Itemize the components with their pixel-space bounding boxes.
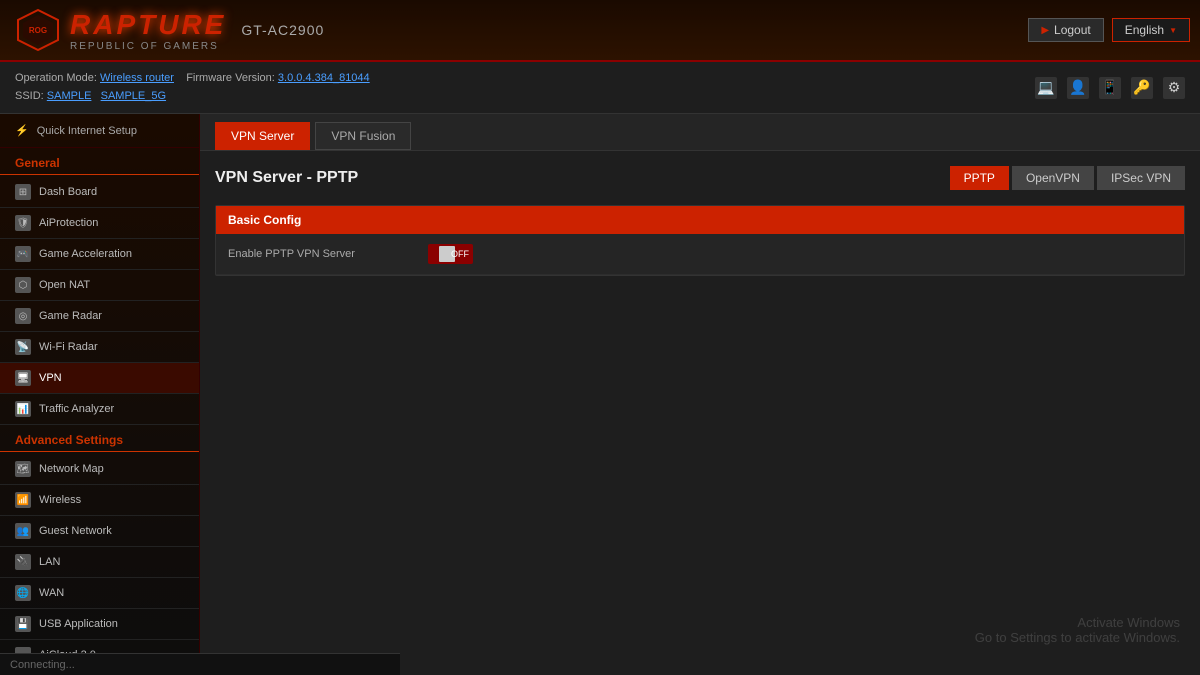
content-area: VPN Server VPN Fusion VPN Server - PPTP … [200,114,1200,675]
ssid-label: SSID: [15,90,44,102]
sidebar-item-label: LAN [39,556,60,568]
sidebar-item-label: Open NAT [39,279,90,291]
sidebar-item-label: Wireless [39,494,81,506]
tab-openvpn[interactable]: OpenVPN [1012,166,1094,190]
sidebar-item-vpn[interactable]: 🖥 VPN [0,363,199,394]
bottom-status-bar: Connecting... [0,653,400,675]
main-layout: ⚡ Quick Internet Setup General ⊞ Dash Bo… [0,114,1200,675]
firmware-value[interactable]: 3.0.0.4.384_81044 [278,72,370,84]
status-icons: 💻 👤 📱 🔑 ⚙ [1035,77,1185,99]
config-section-header: Basic Config [216,206,1184,234]
sidebar-item-label: VPN [39,372,62,384]
quick-internet-icon: ⚡ [15,124,29,137]
sidebar-item-usb-application[interactable]: 💾 USB Application [0,609,199,640]
brand-name: RAPTURE REPUBLIC OF GAMERS [70,9,226,52]
lan-icon: 🔌 [15,554,31,570]
sidebar-item-game-acceleration[interactable]: 🎮 Game Acceleration [0,239,199,270]
open-nat-icon: ⬡ [15,277,31,293]
sidebar-item-traffic-analyzer[interactable]: 📊 Traffic Analyzer [0,394,199,425]
toggle-off-label: OFF [451,249,469,259]
basic-config-section: Basic Config Enable PPTP VPN Server OFF [215,205,1185,276]
ssid-5g-value[interactable]: SAMPLE_5G [101,90,166,102]
sidebar-item-label: WAN [39,587,64,599]
sidebar-item-label: Traffic Analyzer [39,403,114,415]
sidebar-item-open-nat[interactable]: ⬡ Open NAT [0,270,199,301]
model-name: GT-AC2900 [241,22,324,38]
wifi-radar-icon: 📡 [15,339,31,355]
status-bar: Operation Mode: Wireless router Firmware… [0,62,1200,114]
sidebar-item-network-map[interactable]: 🗺 Network Map [0,454,199,485]
sidebar-item-label: Dash Board [39,186,97,198]
sidebar-item-aiprotection[interactable]: 🛡 AiProtection [0,208,199,239]
sidebar-item-lan[interactable]: 🔌 LAN [0,547,199,578]
sidebar-item-label: AiProtection [39,217,98,229]
bottom-status-text: Connecting... [10,659,75,671]
sidebar-item-wan[interactable]: 🌐 WAN [0,578,199,609]
sidebar-item-game-radar[interactable]: ◎ Game Radar [0,301,199,332]
user-status-icon[interactable]: 👤 [1067,77,1089,99]
logo-area: ROG RAPTURE REPUBLIC OF GAMERS GT-AC2900 [10,3,324,58]
dashboard-icon: ⊞ [15,184,31,200]
wan-icon: 🌐 [15,585,31,601]
tab-vpn-fusion[interactable]: VPN Fusion [315,122,411,150]
rog-emblem: ROG [10,3,65,58]
usb-icon: 💾 [15,616,31,632]
sidebar-item-label: Guest Network [39,525,112,537]
page-title-bar: VPN Server - PPTP PPTP OpenVPN IPSec VPN [215,166,1185,190]
game-acceleration-icon: 🎮 [15,246,31,262]
tab-pptp[interactable]: PPTP [950,166,1009,190]
game-radar-icon: ◎ [15,308,31,324]
ssid-value[interactable]: SAMPLE [47,90,92,102]
language-button[interactable]: English [1112,18,1190,42]
wireless-icon: 📶 [15,492,31,508]
pptp-enable-label: Enable PPTP VPN Server [228,248,428,260]
pptp-enable-toggle[interactable]: OFF [428,244,473,264]
sidebar-item-dashboard[interactable]: ⊞ Dash Board [0,177,199,208]
sidebar-item-label: Game Radar [39,310,102,322]
content-body: VPN Server - PPTP PPTP OpenVPN IPSec VPN… [200,151,1200,291]
key-status-icon[interactable]: 🔑 [1131,77,1153,99]
protocol-tabs: PPTP OpenVPN IPSec VPN [950,166,1185,190]
sidebar: ⚡ Quick Internet Setup General ⊞ Dash Bo… [0,114,200,675]
header: ROG RAPTURE REPUBLIC OF GAMERS GT-AC2900… [0,0,1200,62]
settings-status-icon[interactable]: ⚙ [1163,77,1185,99]
general-section-header: General [0,148,199,175]
vpn-icon: 🖥 [15,370,31,386]
pptp-enable-row: Enable PPTP VPN Server OFF [216,234,1184,275]
header-controls: Logout English [1028,18,1190,42]
device-status-icon[interactable]: 📱 [1099,77,1121,99]
advanced-section-header: Advanced Settings [0,425,199,452]
guest-network-icon: 👥 [15,523,31,539]
network-status-icon[interactable]: 💻 [1035,77,1057,99]
vpn-top-tabs: VPN Server VPN Fusion [200,114,1200,151]
quick-internet-label: Quick Internet Setup [37,125,137,137]
firmware-label: Firmware Version: [186,72,275,84]
logout-button[interactable]: Logout [1028,18,1103,42]
sidebar-item-guest-network[interactable]: 👥 Guest Network [0,516,199,547]
network-map-icon: 🗺 [15,461,31,477]
tab-ipsec[interactable]: IPSec VPN [1097,166,1185,190]
page-title: VPN Server - PPTP [215,169,358,187]
sidebar-item-wifi-radar[interactable]: 📡 Wi-Fi Radar [0,332,199,363]
sidebar-item-label: USB Application [39,618,118,630]
sidebar-item-label: Game Acceleration [39,248,132,260]
operation-mode-label: Operation Mode: [15,72,97,84]
operation-mode-value[interactable]: Wireless router [100,72,174,84]
sidebar-item-label: Wi-Fi Radar [39,341,98,353]
quick-internet-setup[interactable]: ⚡ Quick Internet Setup [0,114,199,148]
traffic-analyzer-icon: 📊 [15,401,31,417]
sidebar-item-label: Network Map [39,463,104,475]
tab-vpn-server[interactable]: VPN Server [215,122,310,150]
status-info: Operation Mode: Wireless router Firmware… [15,70,370,105]
sidebar-item-wireless[interactable]: 📶 Wireless [0,485,199,516]
aiprotection-icon: 🛡 [15,215,31,231]
svg-text:ROG: ROG [28,26,46,35]
